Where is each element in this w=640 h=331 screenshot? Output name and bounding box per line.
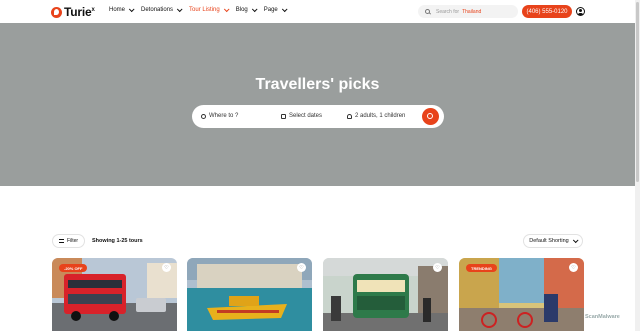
chevron-down-icon bbox=[223, 6, 230, 13]
search-submit-button[interactable] bbox=[422, 108, 439, 125]
search-value: Thailand bbox=[462, 8, 482, 15]
dates-placeholder: Select dates bbox=[289, 113, 323, 119]
results-count: Showing 1-25 tours bbox=[92, 238, 143, 244]
menu-item-detonations[interactable]: Detonations bbox=[141, 6, 183, 13]
page: Turiex Home Detonations Tour Listing Blo… bbox=[0, 0, 640, 331]
logo-icon bbox=[51, 6, 62, 18]
filter-button[interactable]: Filter bbox=[52, 234, 85, 248]
calendar-icon bbox=[281, 113, 286, 119]
guests-value: 2 adults, 1 children bbox=[355, 113, 406, 119]
top-nav: Turiex Home Detonations Tour Listing Blo… bbox=[0, 0, 640, 23]
discount-badge: -20% OFF bbox=[59, 264, 88, 272]
search-bar: Where to ? Select dates 2 adults, 1 chil… bbox=[192, 105, 444, 128]
sort-label: Default Shorting bbox=[529, 238, 569, 244]
heart-icon[interactable]: ♡ bbox=[297, 263, 306, 272]
chevron-down-icon bbox=[251, 6, 258, 13]
trending-badge: TRENDING bbox=[466, 264, 497, 272]
search-icon bbox=[427, 113, 433, 119]
filter-label: Filter bbox=[66, 238, 79, 244]
phone-button[interactable]: (406) 555-0120 bbox=[522, 5, 572, 18]
menu-item-page[interactable]: Page bbox=[264, 6, 288, 13]
scrollbar[interactable] bbox=[635, 0, 640, 331]
menu-item-home[interactable]: Home bbox=[109, 6, 135, 13]
brand-name: Turiex bbox=[64, 5, 95, 19]
scrollbar-thumb[interactable] bbox=[636, 2, 639, 182]
chevron-down-icon bbox=[281, 6, 288, 13]
search-icon bbox=[425, 9, 430, 14]
chevron-down-icon bbox=[176, 6, 183, 13]
location-pin-icon bbox=[201, 113, 206, 119]
heart-icon[interactable]: ♡ bbox=[433, 263, 442, 272]
search-input[interactable]: Search for Thailand bbox=[418, 5, 518, 18]
tour-card[interactable]: ♡ bbox=[187, 258, 312, 331]
where-placeholder: Where to ? bbox=[209, 113, 239, 119]
main-menu: Home Detonations Tour Listing Blog Page bbox=[109, 6, 288, 13]
tour-image-boat bbox=[187, 258, 312, 331]
menu-item-tour-listing[interactable]: Tour Listing bbox=[189, 6, 230, 13]
user-icon[interactable] bbox=[576, 7, 585, 16]
guests-field[interactable]: 2 adults, 1 children bbox=[347, 113, 405, 119]
sort-dropdown[interactable]: Default Shorting bbox=[523, 234, 583, 248]
chevron-down-icon bbox=[128, 6, 135, 13]
heart-icon[interactable]: ♡ bbox=[162, 263, 171, 272]
watermark: ScanMalware bbox=[585, 314, 620, 320]
tour-card[interactable]: -20% OFF ♡ bbox=[52, 258, 177, 331]
person-icon bbox=[347, 113, 352, 119]
where-field[interactable]: Where to ? bbox=[201, 113, 238, 119]
search-placeholder: Search for bbox=[436, 8, 460, 15]
chevron-down-icon bbox=[572, 237, 579, 244]
tour-image-tram bbox=[323, 258, 448, 331]
hero-banner: Travellers' picks Where to ? Select date… bbox=[0, 23, 635, 186]
tour-card[interactable]: ♡ bbox=[323, 258, 448, 331]
heart-icon[interactable]: ♡ bbox=[569, 263, 578, 272]
menu-item-blog[interactable]: Blog bbox=[236, 6, 258, 13]
dates-field[interactable]: Select dates bbox=[281, 113, 322, 119]
filter-icon bbox=[58, 239, 64, 243]
logo[interactable]: Turiex bbox=[51, 5, 95, 19]
hero-title: Travellers' picks bbox=[255, 76, 380, 93]
tour-card[interactable]: TRENDING ♡ bbox=[459, 258, 584, 331]
